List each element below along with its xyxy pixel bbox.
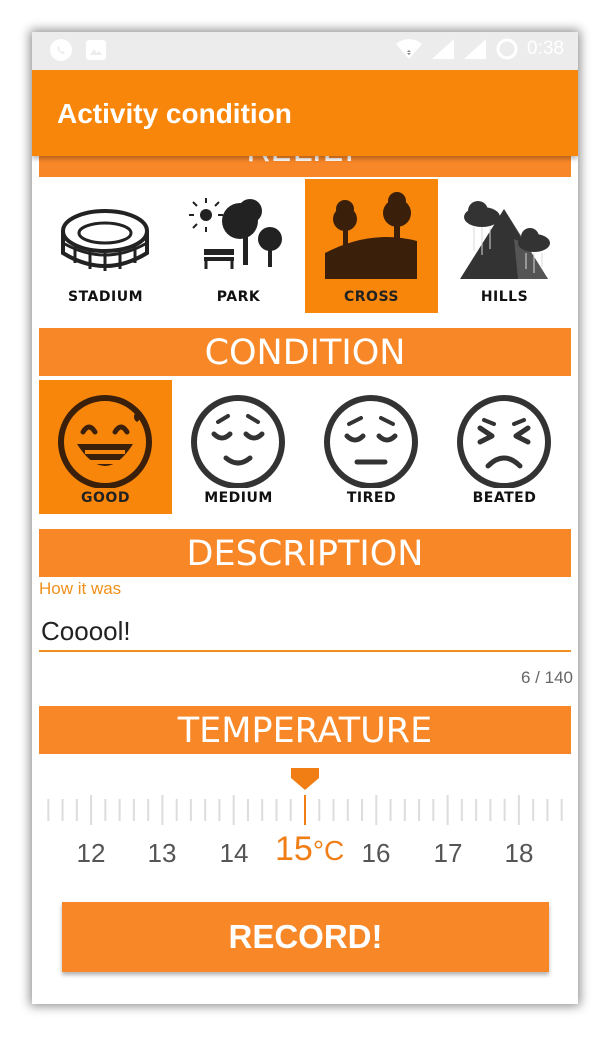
page-title: Activity condition — [57, 98, 292, 129]
temperature-unit: °C — [312, 835, 345, 866]
relief-option-cross[interactable]: CROSS — [305, 179, 438, 313]
condition-option-beated[interactable]: BEATED — [438, 380, 571, 514]
relief-label-stadium: STADIUM — [67, 289, 143, 305]
temperature-header: TEMPERATURE — [39, 706, 571, 754]
character-counter: 6 / 140 — [521, 668, 573, 687]
temperature-header-label: TEMPERATURE — [177, 711, 433, 751]
condition-header-label: CONDITION — [204, 333, 406, 373]
status-bar: 0:38 — [32, 32, 578, 70]
beated-face-icon — [457, 395, 551, 488]
description-field-label: How it was — [39, 579, 122, 598]
cross-icon — [325, 192, 417, 279]
app-bar: Activity condition — [32, 70, 578, 156]
relief-option-hills[interactable]: HILLS — [438, 179, 571, 313]
medium-face-icon — [191, 395, 285, 488]
condition-label-good: GOOD — [81, 490, 130, 506]
description-input[interactable] — [39, 612, 571, 652]
whatsapp-icon — [50, 39, 72, 61]
relief-option-stadium[interactable]: STADIUM — [39, 179, 172, 313]
status-time: 0:38 — [527, 38, 564, 59]
temperature-tick-label: 17 — [433, 838, 463, 868]
condition-label-medium: MEDIUM — [204, 490, 273, 506]
relief-label-park: PARK — [216, 289, 261, 305]
relief-selector: STADIUM PARK CROSS HILLS — [39, 179, 571, 313]
stadium-icon — [61, 209, 149, 271]
temperature-tick-label: 16 — [361, 838, 391, 868]
relief-label-hills: HILLS — [480, 289, 529, 305]
condition-header: CONDITION — [39, 328, 571, 376]
phone-screen: 0:38 Activity condition RELIEF STADIUM — [32, 32, 578, 1004]
temperature-tick-label: 12 — [76, 838, 106, 868]
relief-label-cross: CROSS — [344, 289, 399, 305]
condition-label-tired: TIRED — [346, 490, 397, 506]
temperature-tick-label: 18 — [504, 838, 534, 868]
description-header-label: DESCRIPTION — [186, 534, 424, 574]
signal-icon — [464, 39, 487, 59]
tired-face-icon — [324, 395, 418, 488]
wifi-icon — [396, 39, 423, 59]
condition-option-tired[interactable]: TIRED — [305, 380, 438, 514]
condition-option-medium[interactable]: MEDIUM — [172, 380, 305, 514]
condition-selector: GOOD MEDIUM TIRED BEATED — [39, 380, 571, 514]
relief-option-park[interactable]: PARK — [172, 179, 305, 313]
hills-icon — [460, 201, 550, 279]
description-header: DESCRIPTION — [39, 529, 571, 577]
loading-icon — [496, 38, 518, 60]
condition-label-beated: BEATED — [472, 490, 537, 506]
record-button[interactable]: RECORD! — [62, 902, 549, 972]
temperature-current-number: 15 — [275, 830, 313, 868]
temperature-tick-label: 14 — [219, 838, 249, 868]
temperature-tick-label: 13 — [147, 838, 177, 868]
signal-icon — [432, 39, 455, 59]
condition-option-good[interactable]: GOOD — [39, 380, 172, 514]
image-icon — [86, 40, 106, 60]
good-face-icon — [58, 395, 152, 488]
temperature-current-value: 15°C — [275, 830, 344, 869]
park-icon — [189, 198, 282, 269]
